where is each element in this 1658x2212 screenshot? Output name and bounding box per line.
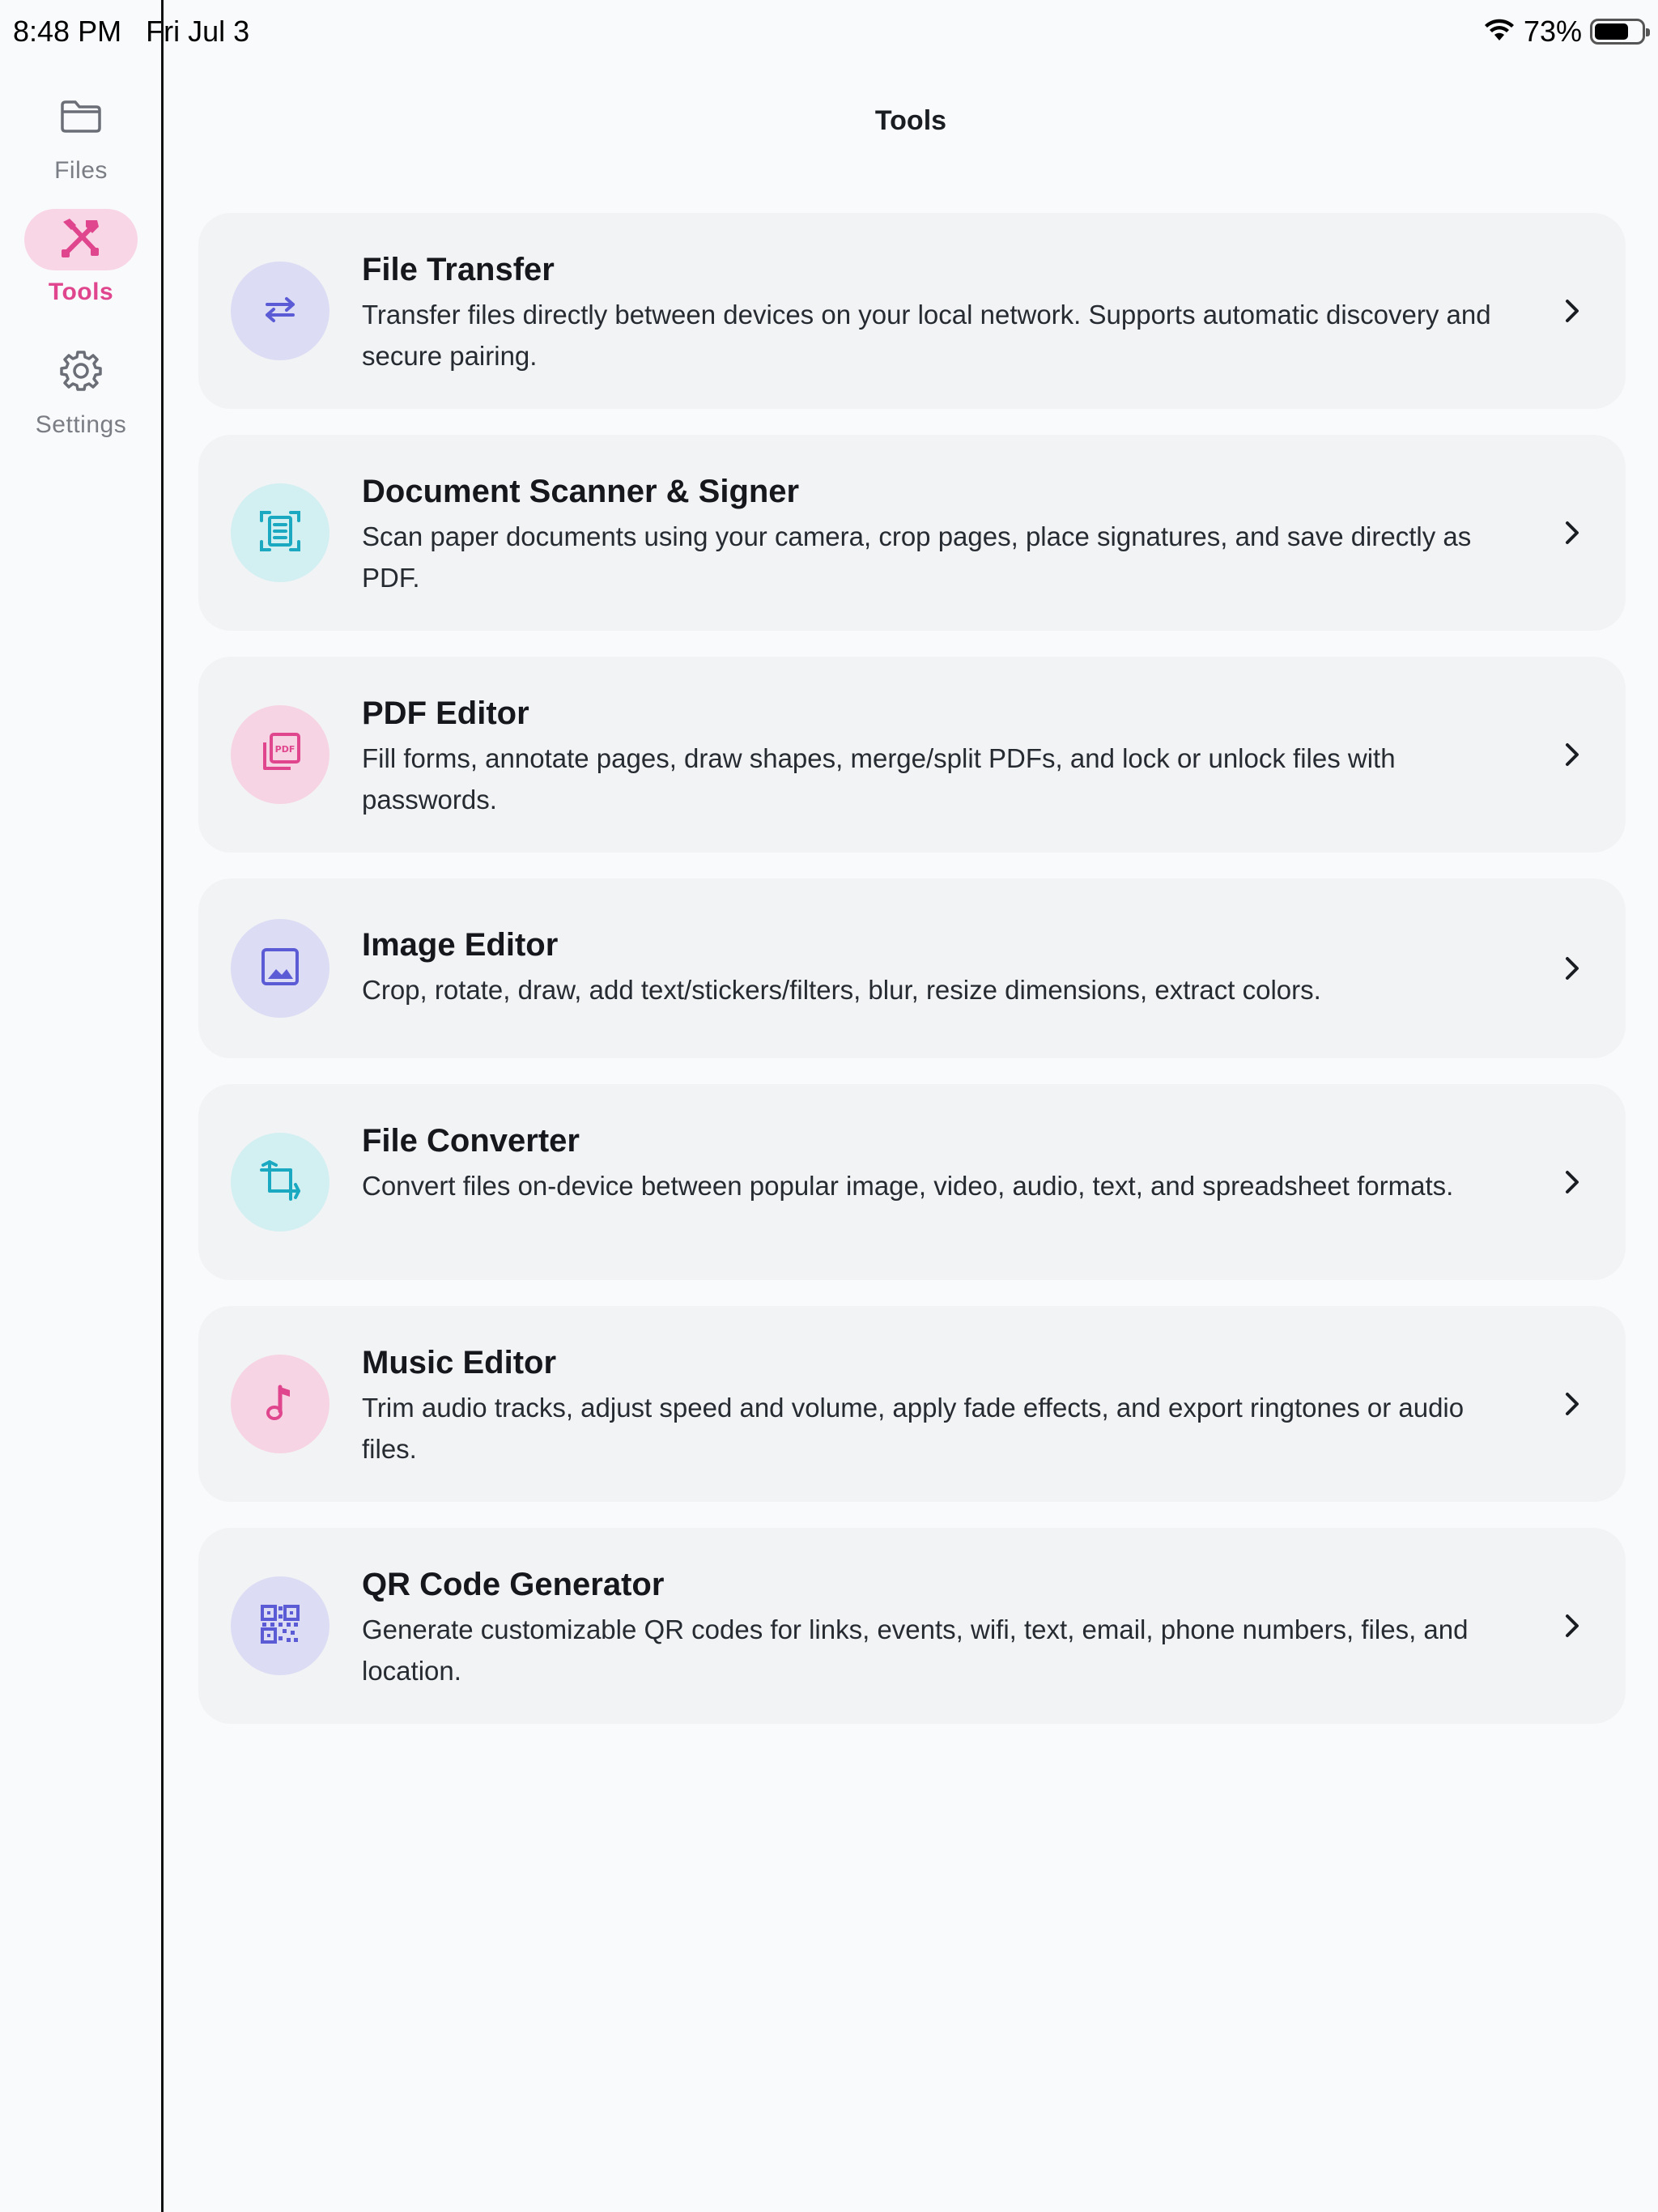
- tool-texts: File Converter Convert files on-device b…: [362, 1121, 1520, 1206]
- tool-texts: Image Editor Crop, rotate, draw, add tex…: [362, 925, 1520, 1010]
- settings-icon-wrap: [24, 342, 138, 403]
- sidebar-item-label: Settings: [35, 411, 127, 438]
- gear-icon: [59, 349, 103, 397]
- tool-description: Transfer files directly between devices …: [362, 300, 1491, 371]
- sidebar-item-label: Files: [54, 157, 108, 184]
- tool-title: Music Editor: [362, 1345, 557, 1380]
- files-icon-wrap: [24, 87, 138, 149]
- tool-title: Image Editor: [362, 927, 559, 963]
- chevron-right-icon: [1558, 518, 1587, 547]
- tool-texts: QR Code Generator Generate customizable …: [362, 1565, 1520, 1691]
- tool-card-document-scanner[interactable]: Document Scanner & Signer Scan paper doc…: [198, 435, 1626, 631]
- folder-icon: [59, 99, 103, 138]
- battery-percent: 73%: [1523, 15, 1582, 48]
- tool-card-pdf-editor[interactable]: PDF PDF Editor Fill forms, annotate page…: [198, 657, 1626, 853]
- tool-badge: [231, 262, 329, 360]
- document-scan-icon: [258, 509, 302, 557]
- tool-texts: Music Editor Trim audio tracks, adjust s…: [362, 1343, 1520, 1470]
- sidebar: Files Tools Settings: [0, 0, 164, 2212]
- chevron-right-icon: [1558, 1611, 1587, 1640]
- tool-card-qr-code-generator[interactable]: QR Code Generator Generate customizable …: [198, 1528, 1626, 1724]
- tool-badge: [231, 1355, 329, 1453]
- tool-badge: PDF: [231, 705, 329, 804]
- battery-fill: [1595, 23, 1628, 40]
- chevron-right-icon: [1558, 740, 1587, 769]
- tool-description: Scan paper documents using your camera, …: [362, 521, 1472, 593]
- tool-badge: [231, 483, 329, 582]
- qr-code-icon: [260, 1604, 300, 1648]
- sidebar-item-label: Tools: [48, 279, 114, 305]
- battery-icon: [1590, 19, 1650, 45]
- tool-card-file-transfer[interactable]: File Transfer Transfer files directly be…: [198, 213, 1626, 409]
- tool-texts: PDF Editor Fill forms, annotate pages, d…: [362, 694, 1520, 820]
- tool-title: File Converter: [362, 1123, 580, 1159]
- image-icon: [260, 946, 300, 991]
- chevron-right-icon: [1558, 1389, 1587, 1419]
- chevron-right-icon: [1558, 1168, 1587, 1197]
- tool-title: QR Code Generator: [362, 1567, 665, 1602]
- transfer-arrows-icon: [261, 295, 300, 328]
- status-right: 73%: [1483, 11, 1650, 52]
- wifi-icon: [1483, 18, 1516, 46]
- status-bar: 8:48 PM Fri Jul 3 73%: [0, 0, 1658, 65]
- tool-card-image-editor[interactable]: Image Editor Crop, rotate, draw, add tex…: [198, 878, 1626, 1058]
- tool-card-file-converter[interactable]: File Converter Convert files on-device b…: [198, 1084, 1626, 1280]
- sidebar-item-settings[interactable]: Settings: [0, 342, 162, 439]
- tool-title: Document Scanner & Signer: [362, 474, 800, 509]
- tool-badge: [231, 1133, 329, 1231]
- tool-texts: File Transfer Transfer files directly be…: [362, 250, 1520, 376]
- chevron-right-icon: [1558, 954, 1587, 983]
- tool-description: Trim audio tracks, adjust speed and volu…: [362, 1393, 1465, 1464]
- tool-badge: [231, 919, 329, 1018]
- crop-icon: [258, 1159, 302, 1206]
- tool-card-music-editor[interactable]: Music Editor Trim audio tracks, adjust s…: [198, 1306, 1626, 1502]
- tool-title: PDF Editor: [362, 696, 529, 731]
- svg-text:PDF: PDF: [275, 744, 295, 755]
- music-note-icon: [264, 1382, 296, 1427]
- sidebar-item-tools[interactable]: Tools: [0, 209, 162, 306]
- tool-description: Convert files on-device between popular …: [362, 1171, 1454, 1201]
- tool-texts: Document Scanner & Signer Scan paper doc…: [362, 472, 1520, 598]
- tool-badge: [231, 1576, 329, 1675]
- sidebar-item-files[interactable]: Files: [0, 87, 162, 185]
- tools-icon: [58, 215, 104, 265]
- tool-title: File Transfer: [362, 252, 555, 287]
- chevron-right-icon: [1558, 296, 1587, 325]
- tools-icon-wrap: [24, 209, 138, 270]
- tool-description: Generate customizable QR codes for links…: [362, 1614, 1469, 1686]
- tool-description: Crop, rotate, draw, add text/stickers/fi…: [362, 975, 1321, 1005]
- pdf-icon: PDF: [258, 731, 302, 779]
- page-title: Tools: [874, 105, 947, 136]
- tool-description: Fill forms, annotate pages, draw shapes,…: [362, 743, 1396, 815]
